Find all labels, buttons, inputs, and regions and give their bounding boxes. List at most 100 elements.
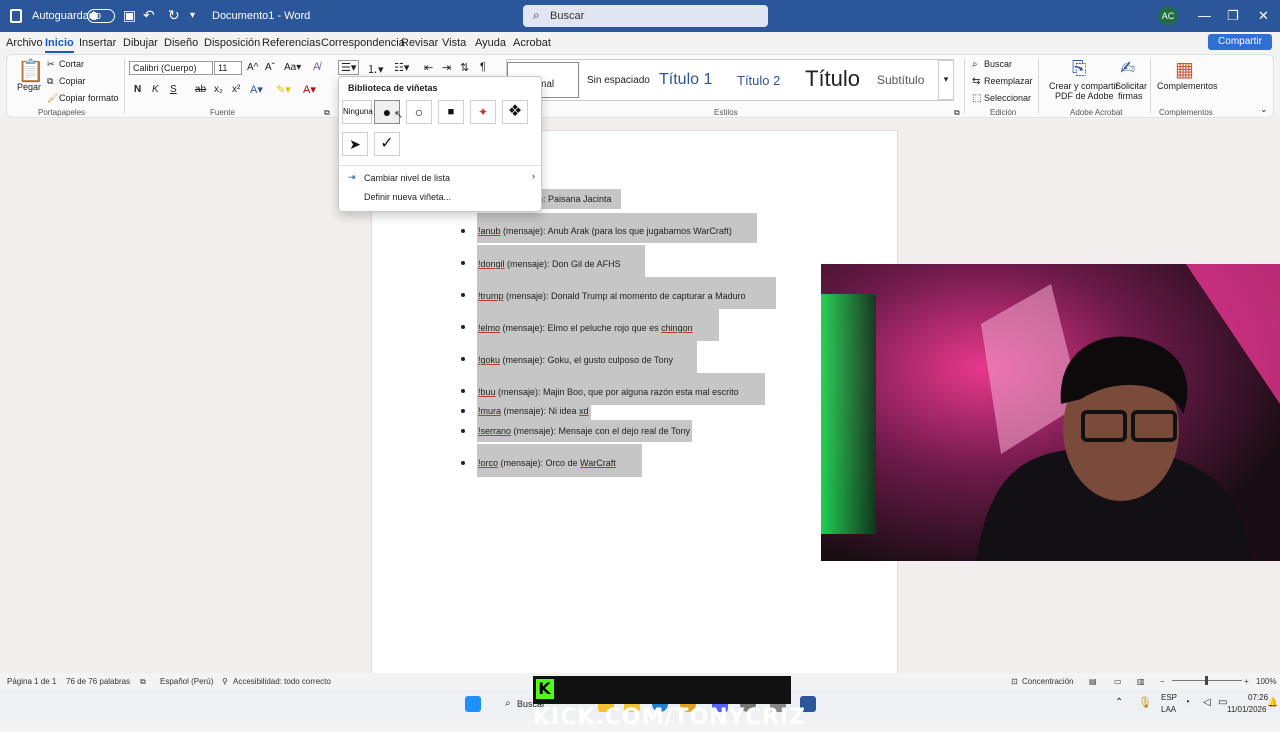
- request-signatures-label-2[interactable]: firmas: [1118, 91, 1143, 101]
- tab-insertar[interactable]: Insertar: [79, 37, 116, 49]
- select-button[interactable]: Seleccionar: [984, 93, 1031, 103]
- language-indicator[interactable]: Español (Perú): [160, 677, 213, 686]
- style-title[interactable]: Título: [805, 66, 860, 92]
- bullet-option-check-icon[interactable]: ✓: [374, 132, 400, 156]
- grow-font-icon[interactable]: A^: [247, 62, 258, 73]
- search-input[interactable]: ⌕ Buscar: [523, 5, 768, 27]
- proofing-icon[interactable]: ⧉: [140, 677, 146, 687]
- clock-date[interactable]: 11/01/2026: [1227, 705, 1266, 714]
- list-item[interactable]: !trump (mensaje): Donald Trump al moment…: [477, 277, 776, 309]
- subscript-icon[interactable]: x₂: [214, 84, 223, 95]
- font-family-select[interactable]: Calibri (Cuerpo): [129, 61, 213, 75]
- clock-time[interactable]: 07:26: [1248, 693, 1268, 702]
- style-no-spacing[interactable]: Sin espaciado: [587, 75, 650, 86]
- page-count[interactable]: Página 1 de 1: [7, 677, 56, 686]
- replace-icon[interactable]: ⇆: [972, 76, 980, 87]
- redo-icon[interactable]: ↻: [168, 7, 180, 24]
- bullet-option-hollow-circle[interactable]: ○: [406, 100, 432, 124]
- paste-button[interactable]: Pegar: [17, 82, 41, 92]
- tab-acrobat[interactable]: Acrobat: [513, 37, 551, 49]
- sort-icon[interactable]: ⇅: [460, 61, 469, 74]
- bullet-option-arrow-icon[interactable]: ➤: [342, 132, 368, 156]
- font-color-icon[interactable]: A▾: [303, 83, 316, 96]
- close-icon[interactable]: ✕: [1258, 8, 1269, 24]
- create-pdf-label-2[interactable]: PDF de Adobe: [1055, 91, 1114, 101]
- copy-button[interactable]: Copiar: [59, 76, 86, 86]
- list-item[interactable]: !elmo (mensaje): Elmo el peluche rojo qu…: [477, 309, 719, 341]
- language-code[interactable]: ESP: [1161, 693, 1177, 702]
- print-layout-icon[interactable]: ▭: [1114, 677, 1122, 686]
- increase-indent-icon[interactable]: ⇥: [442, 61, 451, 74]
- list-item[interactable]: !orco (mensaje): Orco de WarCraft: [477, 444, 642, 477]
- decrease-indent-icon[interactable]: ⇤: [424, 61, 433, 74]
- font-dialog-launcher-icon[interactable]: ⧉: [324, 108, 330, 118]
- replace-button[interactable]: Reemplazar: [984, 76, 1033, 86]
- change-case-icon[interactable]: Aa▾: [284, 62, 301, 73]
- select-icon[interactable]: ⬚: [972, 93, 981, 104]
- styles-more-icon[interactable]: ▾: [938, 60, 954, 100]
- tab-diseno[interactable]: Diseño: [164, 37, 198, 49]
- accessibility-status[interactable]: Accesibilidad: todo correcto: [233, 677, 331, 686]
- list-item[interactable]: ): Paisana Jacinta: [539, 189, 621, 209]
- word-count[interactable]: 76 de 76 palabras: [66, 677, 130, 686]
- bullet-option-square[interactable]: ■: [438, 100, 464, 124]
- strikethrough-icon[interactable]: ab: [195, 84, 206, 95]
- addins-button[interactable]: Complementos: [1157, 81, 1218, 91]
- change-list-level-item[interactable]: Cambiar nivel de lista: [364, 173, 450, 183]
- cut-button[interactable]: Cortar: [59, 59, 84, 69]
- tab-dibujar[interactable]: Dibujar: [123, 37, 158, 49]
- format-painter-button[interactable]: Copiar formato: [59, 93, 119, 103]
- bullet-option-four-color-icon[interactable]: ✦: [470, 100, 496, 124]
- list-item[interactable]: !mura (mensaje): Ni idea xd: [477, 402, 591, 420]
- read-mode-icon[interactable]: ▤: [1089, 677, 1097, 686]
- undo-icon[interactable]: ↶: [143, 7, 155, 24]
- tab-ayuda[interactable]: Ayuda: [475, 37, 506, 49]
- bold-icon[interactable]: N: [134, 84, 141, 95]
- bullet-option-none[interactable]: Ninguna: [342, 100, 373, 124]
- request-signatures-icon[interactable]: ✍: [1120, 58, 1135, 79]
- zoom-out-icon[interactable]: −: [1160, 677, 1165, 686]
- paste-icon[interactable]: 📋: [17, 58, 44, 84]
- bullets-icon[interactable]: ☰▾: [338, 60, 360, 75]
- format-painter-icon[interactable]: 🖌: [47, 93, 58, 104]
- text-effects-icon[interactable]: A▾: [250, 83, 263, 96]
- multilevel-list-icon[interactable]: ☷▾: [394, 61, 409, 74]
- zoom-level[interactable]: 100%: [1256, 677, 1276, 686]
- styles-dialog-launcher-icon[interactable]: ⧉: [954, 108, 960, 118]
- tab-inicio[interactable]: Inicio: [45, 37, 74, 53]
- shrink-font-icon[interactable]: Aˇ: [265, 62, 275, 73]
- addins-icon[interactable]: ▦: [1175, 57, 1194, 82]
- customize-qat-icon[interactable]: ▾: [190, 10, 195, 21]
- share-button[interactable]: Compartir: [1208, 34, 1272, 50]
- list-item[interactable]: !dongil (mensaje): Don Gil de AFHS: [477, 245, 645, 277]
- zoom-slider-thumb[interactable]: [1205, 676, 1208, 685]
- volume-icon[interactable]: ◁: [1203, 697, 1211, 708]
- zoom-in-icon[interactable]: +: [1244, 677, 1249, 686]
- collapse-ribbon-icon[interactable]: ⌄: [1260, 104, 1268, 115]
- web-layout-icon[interactable]: ▥: [1137, 677, 1145, 686]
- show-formatting-icon[interactable]: ¶: [480, 61, 486, 73]
- cut-icon[interactable]: ✂: [47, 59, 55, 70]
- focus-mode-button[interactable]: Concentración: [1022, 677, 1074, 686]
- request-signatures-label[interactable]: Solicitar: [1115, 81, 1147, 91]
- copy-icon[interactable]: ⧉: [47, 76, 53, 87]
- style-heading1[interactable]: Título 1: [659, 71, 712, 89]
- font-size-select[interactable]: 11: [214, 61, 242, 75]
- tab-vista[interactable]: Vista: [442, 37, 466, 49]
- windows-start-icon[interactable]: [465, 696, 481, 712]
- find-icon[interactable]: ⌕: [972, 59, 978, 70]
- highlight-icon[interactable]: ✎▾: [276, 83, 291, 96]
- autosave-toggle[interactable]: [87, 9, 115, 23]
- list-item[interactable]: !anub (mensaje): Anub Arak (para los que…: [477, 213, 757, 243]
- wifi-icon[interactable]: ◔: [1184, 697, 1190, 708]
- list-item[interactable]: !buu (mensaje): Majin Boo, que por algun…: [477, 373, 765, 405]
- user-avatar[interactable]: AC: [1158, 7, 1178, 25]
- tab-disposicion[interactable]: Disposición: [204, 37, 260, 49]
- restore-icon[interactable]: ❐: [1227, 8, 1239, 24]
- list-item[interactable]: !serrano (mensaje): Mensaje con el dejo …: [477, 420, 692, 442]
- style-heading2[interactable]: Título 2: [737, 73, 780, 88]
- tab-correspondencia[interactable]: Correspondencia: [321, 37, 405, 49]
- keyboard-layout[interactable]: LAA: [1161, 705, 1176, 714]
- italic-icon[interactable]: K: [152, 84, 159, 95]
- save-icon[interactable]: ▣: [123, 7, 136, 24]
